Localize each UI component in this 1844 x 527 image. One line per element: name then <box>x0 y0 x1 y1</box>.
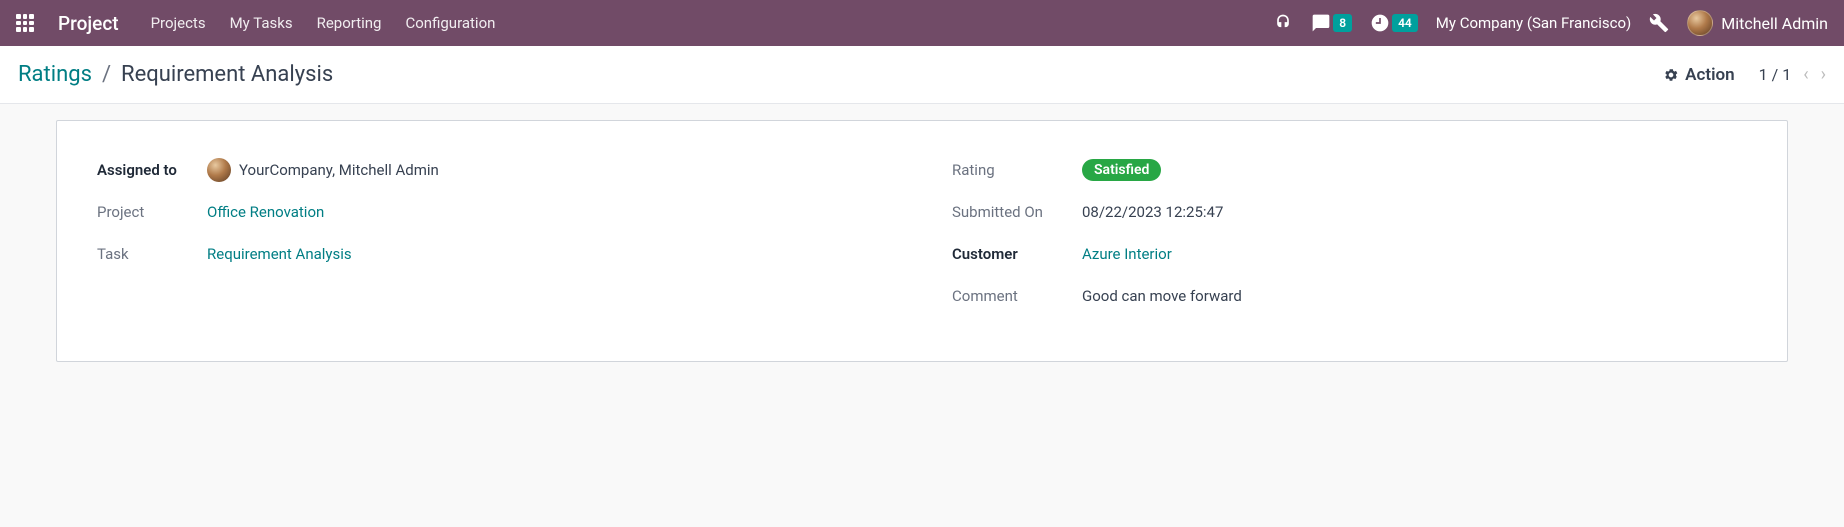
assigned-to-value: YourCompany, Mitchell Admin <box>207 158 439 182</box>
rating-badge: Satisfied <box>1082 159 1161 181</box>
project-label: Project <box>97 203 207 221</box>
form-grid: Assigned to YourCompany, Mitchell Admin … <box>97 149 1747 317</box>
debug-icon[interactable] <box>1649 13 1669 33</box>
pager: 1 / 1 ‹ › <box>1759 64 1826 85</box>
breadcrumb: Ratings / Requirement Analysis <box>18 62 333 87</box>
navbar: Project Projects My Tasks Reporting Conf… <box>0 0 1844 46</box>
company-switcher[interactable]: My Company (San Francisco) <box>1436 14 1631 32</box>
support-icon[interactable] <box>1273 13 1293 33</box>
field-assigned-to: Assigned to YourCompany, Mitchell Admin <box>97 149 892 191</box>
navbar-left: Project Projects My Tasks Reporting Conf… <box>16 12 495 35</box>
comment-value: Good can move forward <box>1082 287 1242 305</box>
pager-next[interactable]: › <box>1821 64 1826 85</box>
messages-badge: 8 <box>1333 14 1352 32</box>
field-comment: Comment Good can move forward <box>952 275 1747 317</box>
nav-projects[interactable]: Projects <box>151 14 206 32</box>
task-link[interactable]: Requirement Analysis <box>207 245 352 263</box>
messages-icon[interactable]: 8 <box>1311 13 1352 33</box>
customer-label: Customer <box>952 245 1082 263</box>
form-col-left: Assigned to YourCompany, Mitchell Admin … <box>97 149 892 317</box>
breadcrumb-separator: / <box>102 62 111 87</box>
task-label: Task <box>97 245 207 263</box>
pager-prev[interactable]: ‹ <box>1803 64 1808 85</box>
assigned-to-text: YourCompany, Mitchell Admin <box>239 161 439 179</box>
activities-icon[interactable]: 44 <box>1370 13 1418 33</box>
field-submitted-on: Submitted On 08/22/2023 12:25:47 <box>952 191 1747 233</box>
field-customer: Customer Azure Interior <box>952 233 1747 275</box>
field-task: Task Requirement Analysis <box>97 233 892 275</box>
control-bar: Ratings / Requirement Analysis Action 1 … <box>0 46 1844 104</box>
submitted-value: 08/22/2023 12:25:47 <box>1082 203 1223 221</box>
rating-label: Rating <box>952 161 1082 179</box>
gear-icon <box>1663 67 1679 83</box>
breadcrumb-parent[interactable]: Ratings <box>18 62 92 87</box>
pager-count: 1 / 1 <box>1759 65 1792 84</box>
navbar-right: 8 44 My Company (San Francisco) Mitchell… <box>1273 10 1828 36</box>
nav-my-tasks[interactable]: My Tasks <box>230 14 293 32</box>
action-button[interactable]: Action <box>1663 65 1734 85</box>
nav-configuration[interactable]: Configuration <box>405 14 495 32</box>
app-brand[interactable]: Project <box>58 12 119 35</box>
breadcrumb-current: Requirement Analysis <box>121 62 333 87</box>
form-sheet: Assigned to YourCompany, Mitchell Admin … <box>56 120 1788 362</box>
user-menu[interactable]: Mitchell Admin <box>1687 10 1828 36</box>
field-project: Project Office Renovation <box>97 191 892 233</box>
form-col-right: Rating Satisfied Submitted On 08/22/2023… <box>952 149 1747 317</box>
project-link[interactable]: Office Renovation <box>207 203 324 221</box>
control-bar-right: Action 1 / 1 ‹ › <box>1663 64 1826 85</box>
submitted-label: Submitted On <box>952 203 1082 221</box>
sheet-wrap: Assigned to YourCompany, Mitchell Admin … <box>0 104 1844 378</box>
activities-badge: 44 <box>1392 14 1418 32</box>
nav-reporting[interactable]: Reporting <box>317 14 382 32</box>
action-label: Action <box>1685 65 1734 85</box>
customer-link[interactable]: Azure Interior <box>1082 245 1172 263</box>
assigned-to-label: Assigned to <box>97 161 207 179</box>
assigned-avatar-icon <box>207 158 231 182</box>
user-avatar-icon <box>1687 10 1713 36</box>
user-name: Mitchell Admin <box>1721 14 1828 33</box>
apps-icon[interactable] <box>16 14 34 32</box>
comment-label: Comment <box>952 287 1082 305</box>
field-rating: Rating Satisfied <box>952 149 1747 191</box>
